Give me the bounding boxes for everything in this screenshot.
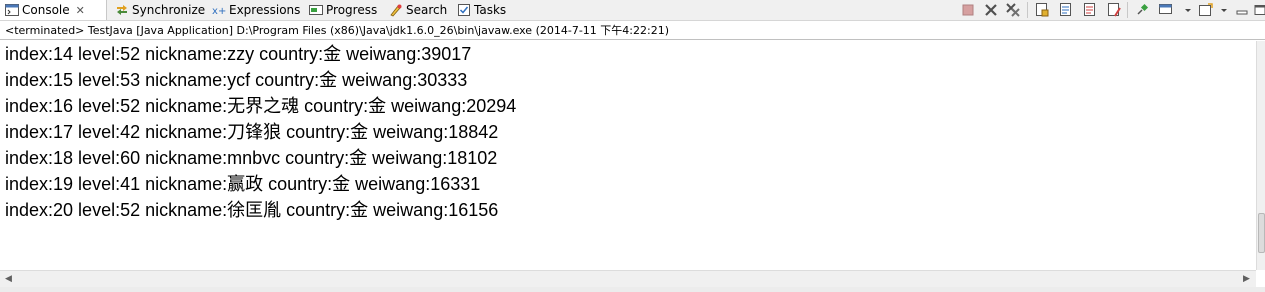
display-console-icon[interactable]: [1158, 2, 1174, 18]
remove-all-terminated-icon[interactable]: [1005, 2, 1021, 18]
tab-synchronize[interactable]: Synchronize: [110, 0, 206, 20]
console-line: index:14 level:52 nickname:zzy country:金…: [5, 44, 472, 64]
tab-search[interactable]: Search: [384, 0, 451, 20]
scroll-lock-icon[interactable]: [1034, 2, 1050, 18]
search-icon: [389, 3, 403, 17]
console-line: index:15 level:53 nickname:ycf country:金…: [5, 70, 468, 90]
close-icon[interactable]: ✕: [76, 4, 85, 17]
console-line: index:17 level:42 nickname:刀锋狼 country:金…: [5, 122, 499, 142]
chevron-down-icon[interactable]: [1216, 2, 1227, 18]
console-icon: [5, 3, 19, 17]
console-line: index:16 level:52 nickname:无界之魂 country:…: [5, 96, 517, 116]
console-output[interactable]: index:14 level:52 nickname:zzy country:金…: [1, 41, 1256, 270]
process-description: <terminated> TestJava [Java Application]…: [0, 21, 1265, 40]
minimize-icon[interactable]: [1234, 2, 1250, 18]
maximize-icon[interactable]: [1252, 2, 1265, 18]
tab-label: Tasks: [474, 3, 507, 17]
horizontal-scrollbar[interactable]: ◀ ▶: [0, 270, 1256, 287]
expressions-icon: x+y: [212, 3, 232, 17]
console-line: index:19 level:41 nickname:赢政 country:金 …: [5, 174, 481, 194]
tasks-icon: [457, 3, 471, 17]
tab-tasks[interactable]: Tasks: [452, 0, 512, 20]
tab-label: Progress: [326, 3, 378, 17]
pin-console-icon[interactable]: [1134, 2, 1150, 18]
tab-console[interactable]: Console ✕: [0, 0, 107, 20]
show-on-stderr-icon[interactable]: [1082, 2, 1098, 18]
progress-icon: [309, 3, 323, 17]
console-line: index:18 level:60 nickname:mnbvc country…: [5, 148, 498, 168]
bottom-edge: [0, 287, 1265, 292]
show-on-stdout-icon[interactable]: [1058, 2, 1074, 18]
tab-expressions[interactable]: x+y Expressions: [207, 0, 303, 20]
remove-launch-icon[interactable]: [983, 2, 999, 18]
clear-console-icon[interactable]: [1106, 2, 1122, 18]
tab-progress[interactable]: Progress: [304, 0, 383, 20]
vertical-scroll-thumb[interactable]: [1258, 213, 1265, 253]
svg-text:+y: +y: [218, 6, 226, 17]
toolbar-divider: [1127, 2, 1128, 18]
vertical-scrollbar[interactable]: [1256, 41, 1265, 270]
tab-label: Synchronize: [132, 3, 206, 17]
view-tab-bar: Console ✕ Synchronize x+y Expressions Pr…: [0, 0, 1265, 21]
scroll-left-icon[interactable]: ◀: [5, 274, 12, 284]
tab-label: Search: [406, 3, 448, 17]
scroll-right-icon[interactable]: ▶: [1243, 274, 1250, 284]
tab-label: Console: [22, 3, 70, 17]
terminate-icon[interactable]: [960, 2, 976, 18]
toolbar-divider: [1027, 2, 1028, 18]
console-line: index:20 level:52 nickname:徐匡胤 country:金…: [5, 200, 499, 220]
chevron-down-icon[interactable]: [1180, 2, 1191, 18]
synchronize-icon: [115, 3, 129, 17]
open-console-icon[interactable]: [1198, 2, 1214, 18]
tab-label: Expressions: [229, 3, 301, 17]
